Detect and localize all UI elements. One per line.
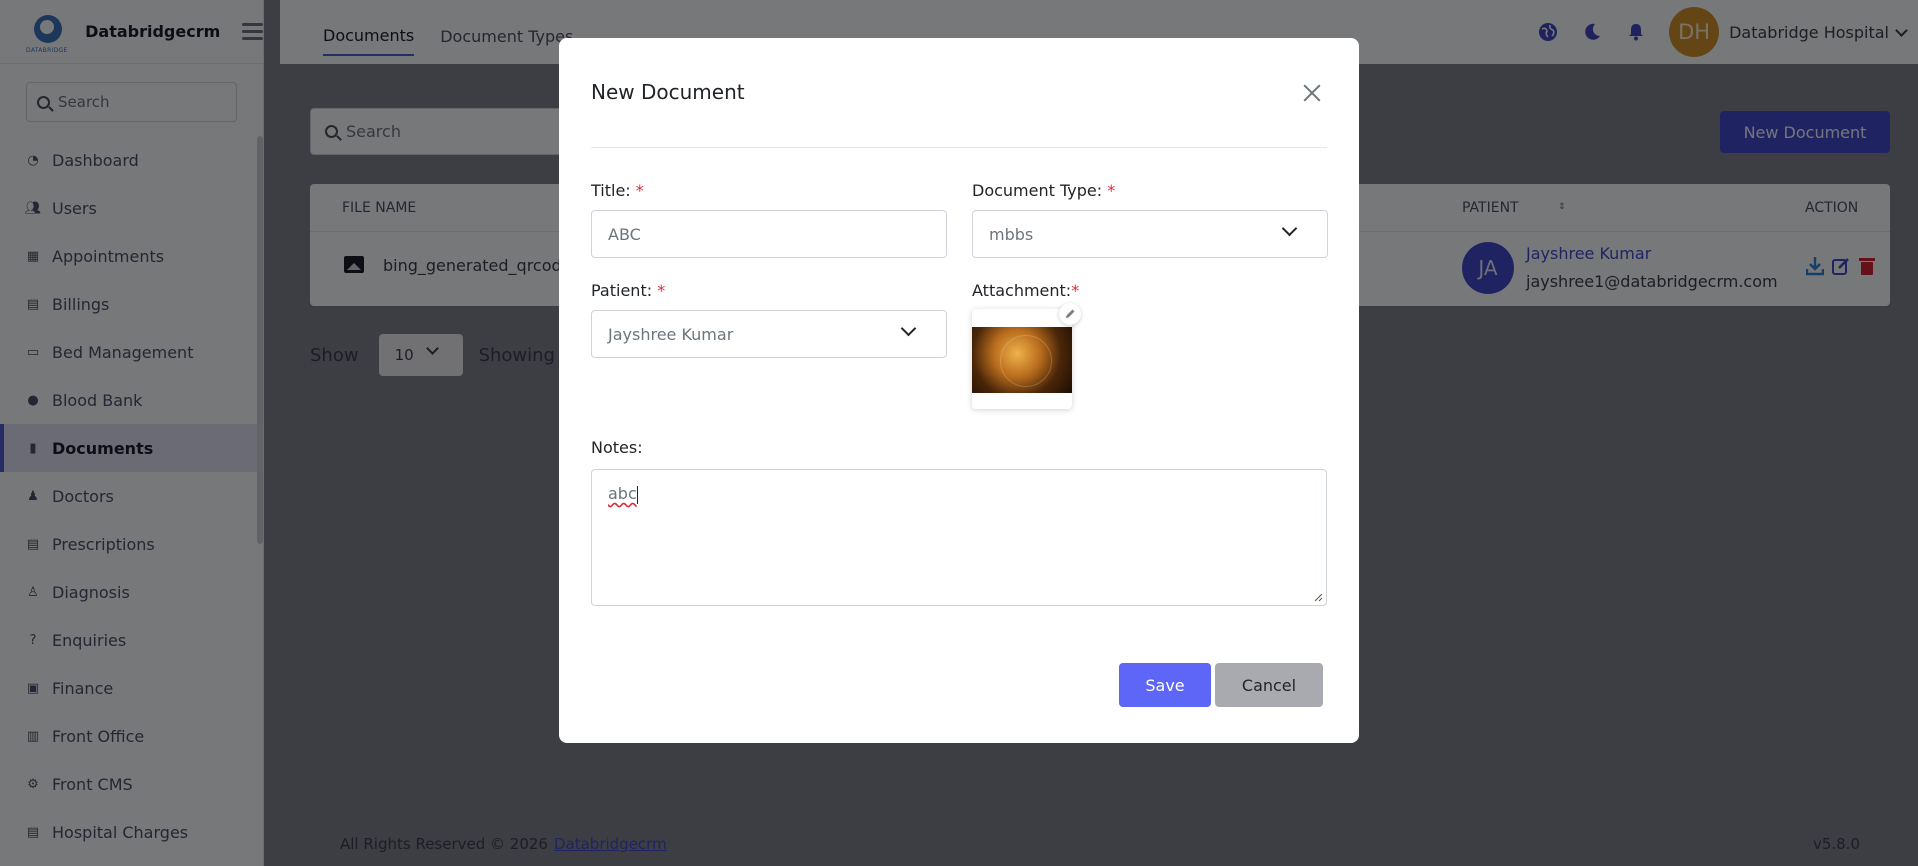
attachment-thumbnail bbox=[972, 327, 1072, 393]
document-type-select[interactable]: mbbs bbox=[972, 210, 1328, 258]
title-input-value: ABC bbox=[608, 224, 641, 244]
cancel-button[interactable]: Cancel bbox=[1215, 663, 1323, 707]
patient-select-value: Jayshree Kumar bbox=[608, 324, 734, 344]
resize-handle-icon[interactable] bbox=[1313, 592, 1323, 602]
document-type-value: mbbs bbox=[989, 224, 1034, 244]
new-document-modal: New Document Title: * ABC Document Type:… bbox=[559, 38, 1359, 743]
close-icon[interactable] bbox=[1301, 82, 1323, 104]
document-type-label: Document Type: * bbox=[972, 181, 1116, 200]
notes-textarea[interactable]: abc bbox=[591, 469, 1327, 606]
save-button[interactable]: Save bbox=[1119, 663, 1211, 707]
notes-label: Notes: bbox=[591, 438, 643, 457]
pencil-icon[interactable] bbox=[1059, 303, 1081, 325]
title-input[interactable]: ABC bbox=[591, 210, 947, 258]
modal-divider bbox=[591, 147, 1327, 148]
patient-select[interactable]: Jayshree Kumar bbox=[591, 310, 947, 358]
title-label: Title: * bbox=[591, 181, 644, 200]
patient-label: Patient: * bbox=[591, 281, 666, 300]
attachment-preview[interactable] bbox=[972, 309, 1072, 409]
notes-value: abc bbox=[608, 484, 637, 503]
chevron-down-icon bbox=[1281, 220, 1298, 237]
text-caret bbox=[636, 485, 638, 504]
attachment-label: Attachment:* bbox=[972, 281, 1080, 300]
modal-title: New Document bbox=[591, 80, 745, 104]
chevron-down-icon bbox=[900, 320, 917, 337]
